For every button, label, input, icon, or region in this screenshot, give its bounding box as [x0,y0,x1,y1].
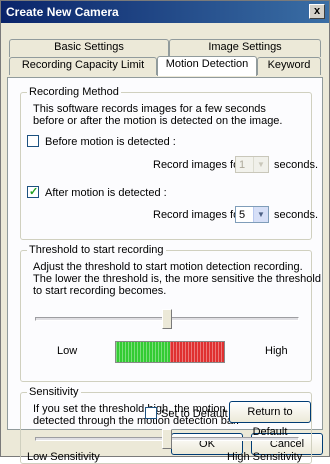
after-motion-checkbox[interactable]: ✓ [27,186,39,198]
recording-method-desc: before or after the motion is detected o… [33,115,283,127]
sensitivity-low-label: Low Sensitivity [27,451,100,463]
before-record-label: Record images for [153,159,243,171]
window-title: Create New Camera [6,5,119,19]
threshold-desc: Adjust the threshold to start motion det… [33,261,303,273]
checkmark-icon: ✓ [29,186,39,198]
set-to-default-checkbox[interactable] [145,407,157,419]
recording-method-group: Recording Method This software records i… [20,86,318,240]
after-motion-label: After motion is detected : [45,187,167,199]
threshold-group: Threshold to start recording Adjust the … [20,244,321,382]
tab-motion-detection[interactable]: Motion Detection [157,56,257,76]
sensitivity-high-label: High Sensitivity [227,451,303,463]
before-seconds-unit: seconds. [274,159,319,171]
chevron-down-icon: ▼ [253,207,268,222]
before-seconds-select[interactable]: 1 ▼ [235,156,269,173]
motion-detection-panel: Recording Method This software records i… [7,77,323,464]
tab-basic-settings[interactable]: Basic Settings [9,39,169,57]
sensitivity-slider-thumb[interactable] [162,429,172,449]
tab-keyword[interactable]: Keyword [257,57,321,75]
after-seconds-unit: seconds. [274,209,319,221]
title-bar[interactable]: Create New Camera x [1,1,329,23]
threshold-slider-thumb[interactable] [162,309,172,329]
threshold-low-label: Low [57,345,78,357]
close-icon: x [313,5,321,17]
motion-detection-bar [115,341,225,363]
before-motion-label: Before motion is detected : [45,136,176,148]
set-to-default-label: Set to Default [161,408,228,420]
recording-method-desc: This software records images for a few s… [33,103,266,115]
chevron-down-icon: ▼ [253,157,268,172]
return-to-default-button[interactable]: Return to Default [229,401,311,438]
after-record-label: Record images for [153,209,243,221]
create-camera-dialog: Create New Camera x Basic Settings Image… [0,0,330,464]
group-title: Sensitivity [27,386,81,398]
threshold-desc: The lower the threshold is, the more sen… [33,273,321,285]
group-title: Recording Method [27,86,121,98]
threshold-high-label: High [265,345,288,357]
after-seconds-select[interactable]: 5 ▼ [235,206,269,223]
tab-recording-capacity-limit[interactable]: Recording Capacity Limit [9,57,157,75]
group-title: Threshold to start recording [27,244,166,256]
close-button[interactable]: x [309,4,325,19]
before-motion-checkbox[interactable] [27,135,39,147]
threshold-desc: to start recording becomes. [33,285,167,297]
tab-image-settings[interactable]: Image Settings [169,39,321,57]
